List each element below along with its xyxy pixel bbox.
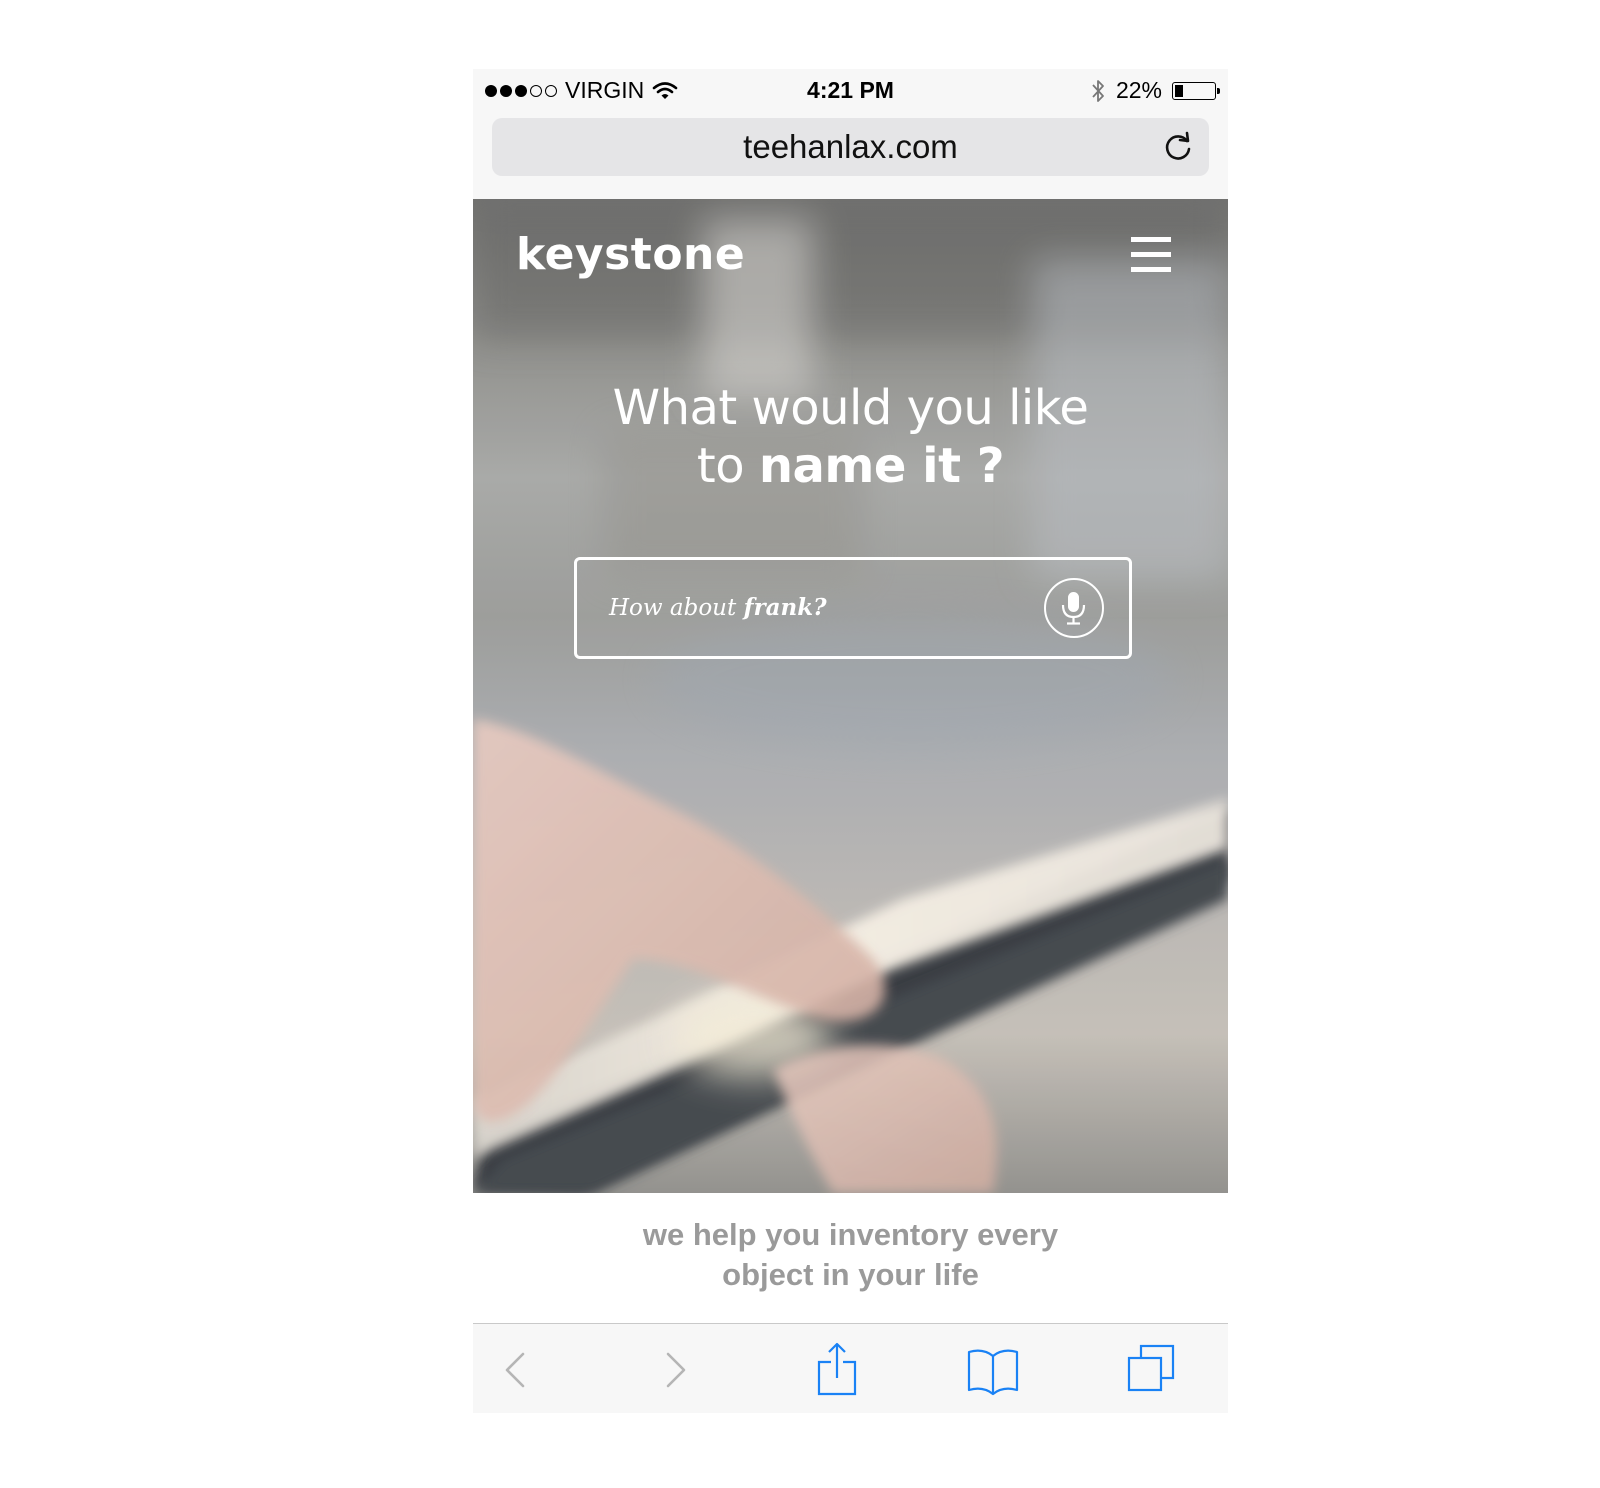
battery-fill [1175,84,1183,97]
tagline: we help you inventory every object in yo… [473,1215,1228,1295]
browser-toolbar [473,1323,1228,1413]
phone-screen: VIRGIN 4:21 PM 22% teehanlax.com keyston… [473,69,1228,1413]
site-logo[interactable]: keystone [516,229,745,280]
menu-bar [1131,267,1171,272]
headline-line-2-bold: name it ? [758,438,1005,494]
name-input[interactable] [607,588,1027,628]
name-search-box[interactable]: How about frank? [574,557,1132,659]
back-arrow-icon[interactable] [487,1342,543,1398]
status-right: 22% [1090,77,1220,104]
headline-line-2: to name it ? [473,437,1228,495]
microphone-button[interactable] [1044,578,1104,638]
status-left: VIRGIN [485,77,678,104]
signal-dot [485,84,497,97]
status-bar: VIRGIN 4:21 PM 22% [473,69,1228,115]
headline-line-1: What would you like [612,380,1089,436]
reload-icon[interactable] [1161,130,1195,164]
carrier-label: VIRGIN [565,77,645,103]
hero-section: keystone What would you like to name it … [473,199,1228,1193]
signal-dot [515,84,527,97]
bookmarks-icon[interactable] [965,1342,1021,1398]
headline: What would you like to name it ? [473,379,1228,495]
tagline-line-2: object in your life [722,1257,979,1292]
hero-background-image [473,199,1228,1193]
tagline-line-1: we help you inventory every [642,1217,1059,1252]
microphone-icon [1061,592,1086,625]
battery-nub [1217,87,1220,94]
forward-arrow-icon[interactable] [648,1342,704,1398]
tabs-icon[interactable] [1123,1342,1179,1398]
signal-dot [500,84,512,97]
signal-strength-icon [485,84,557,97]
url-text[interactable]: teehanlax.com [492,128,1209,166]
share-icon[interactable] [809,1342,865,1398]
signal-dot [545,84,557,97]
battery-icon [1172,81,1220,100]
battery-percent: 22% [1115,77,1162,103]
hamburger-menu-icon[interactable] [1131,237,1171,273]
signal-dot [530,84,542,97]
wifi-icon [652,81,678,99]
bluetooth-icon [1092,79,1104,102]
headline-line-2-prefix: to [696,438,759,494]
address-bar[interactable]: teehanlax.com [492,118,1209,176]
menu-bar [1131,237,1171,242]
menu-bar [1131,252,1171,257]
